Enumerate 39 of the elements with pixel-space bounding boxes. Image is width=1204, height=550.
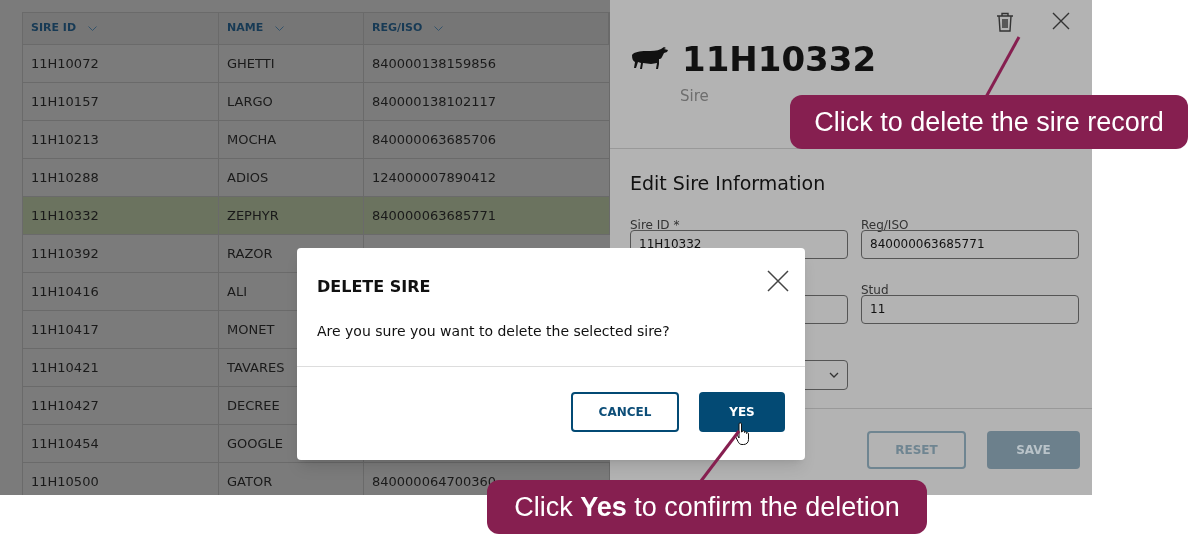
field-label: Stud (861, 282, 889, 297)
table-cell-text: 11H10157 (31, 92, 99, 111)
table-cell-text: GHETTI (227, 54, 275, 73)
table-cell-text: 11H10416 (31, 282, 99, 301)
table-cell-text: 11H10427 (31, 396, 99, 415)
record-title: 11H10332 (682, 38, 877, 81)
table-cell-text: GOOGLE (227, 434, 284, 453)
table-cell-text: GATOR (227, 472, 273, 491)
table-cell-text: ADIOS (227, 168, 269, 187)
table-cell-text: DECREE (227, 396, 280, 415)
dialog-title: DELETE SIRE (317, 276, 431, 298)
table-cell-text: 124000007890412 (372, 168, 497, 187)
table-cell-text: 840000138102117 (372, 92, 497, 111)
table-cell-text: 11H10288 (31, 168, 99, 187)
table-cell-text: ALI (227, 282, 247, 301)
field-label: Sire ID * (630, 217, 680, 232)
table-cell-text: 11H10072 (31, 54, 99, 73)
record-subtitle: Sire (680, 86, 710, 107)
callout-text: Click to delete the sire record (814, 105, 1164, 139)
table-cell-text: ZEPHYR (227, 206, 279, 225)
table-cell-text: 840000063685771 (372, 206, 497, 225)
table-cell-text: 11H10392 (31, 244, 99, 263)
table-cell-text: 840000063685706 (372, 130, 497, 149)
table-cell-text: 11H10500 (31, 472, 99, 491)
table-cell-text: 11H10421 (31, 358, 99, 377)
table-cell-text: 11H10417 (31, 320, 99, 339)
table-cell-text: MOCHA (227, 130, 277, 149)
table-cell-text: 840000138159856 (372, 54, 497, 73)
table-cell-text: MONET (227, 320, 275, 339)
table-cell-text: RAZOR (227, 244, 273, 263)
table-cell-text: 840000064700360 (372, 472, 497, 491)
table-cell-text: 11H10454 (31, 434, 99, 453)
section-title: Edit Sire Information (630, 171, 827, 196)
table-cell-text: LARGO (227, 92, 273, 111)
dialog-message: Are you sure you want to delete the selected sire? (316, 322, 671, 341)
table-cell-text: 11H10332 (31, 206, 99, 225)
field-label: Reg/ISO (861, 217, 909, 232)
table-cell-text: TAVARES (227, 358, 285, 377)
table-cell-text: 11H10213 (31, 130, 99, 149)
